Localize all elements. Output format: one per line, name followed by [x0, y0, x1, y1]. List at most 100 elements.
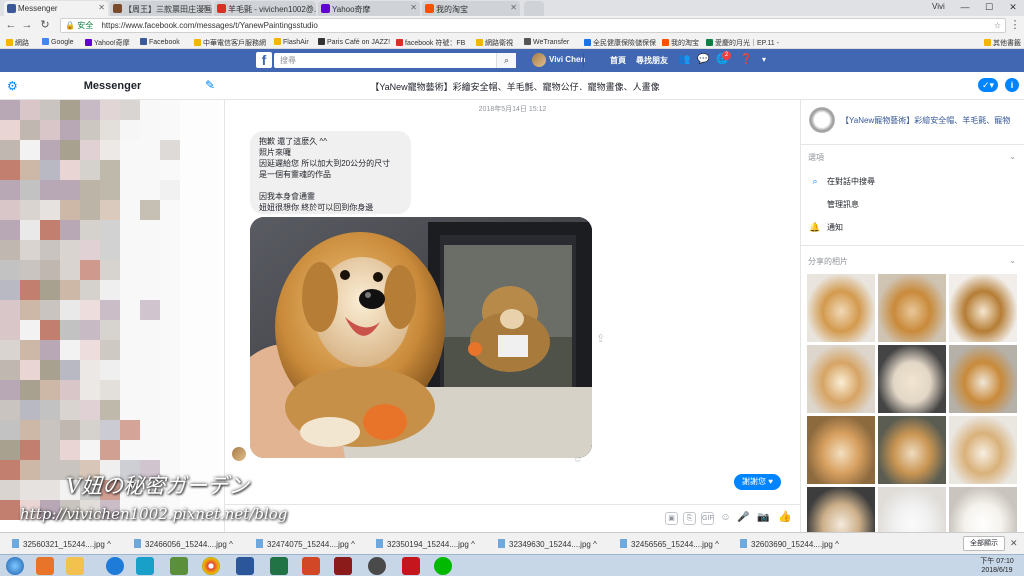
- bookmark-item[interactable]: 網路衛視: [476, 38, 513, 48]
- shared-photo-thumbnail[interactable]: [878, 345, 946, 413]
- conversation-list[interactable]: [0, 100, 225, 532]
- menu-dots-icon[interactable]: ⋮: [1008, 18, 1022, 32]
- tab-comic[interactable]: 【周王】三款票田庄漫画 ✕: [110, 1, 212, 16]
- app-icon[interactable]: [170, 557, 188, 575]
- download-item[interactable]: 32456565_15244....jpg ^: [620, 539, 719, 549]
- download-item[interactable]: 32474075_15244....jpg ^: [256, 539, 355, 549]
- new-tab-button[interactable]: [524, 1, 544, 16]
- tab-messenger[interactable]: Messenger ✕: [4, 1, 108, 16]
- message-composer[interactable]: ▣ ⎘ GIF ☺ 🎤 📷 👍: [225, 504, 800, 532]
- close-icon[interactable]: ✕: [1010, 538, 1018, 549]
- show-all-downloads-button[interactable]: 全部顯示: [963, 536, 1005, 551]
- search-icon[interactable]: ⌕: [496, 53, 516, 68]
- download-item[interactable]: 32349630_15244....jpg ^: [498, 539, 597, 549]
- new-message-compose-icon[interactable]: ✎: [205, 78, 215, 92]
- close-window-button[interactable]: ✕: [1002, 0, 1024, 14]
- download-item[interactable]: 32350194_15244....jpg ^: [376, 539, 475, 549]
- powerpoint-icon[interactable]: [302, 557, 320, 575]
- help-icon[interactable]: ❓: [740, 54, 752, 66]
- close-tab-icon[interactable]: ✕: [306, 3, 313, 12]
- tab-yahoo[interactable]: Yahoo奇摩 ✕: [318, 1, 420, 16]
- sender-avatar[interactable]: [232, 447, 246, 461]
- bookmark-item[interactable]: 我的淘宝: [662, 38, 699, 48]
- shared-photo-thumbnail[interactable]: [878, 416, 946, 484]
- close-tab-icon[interactable]: ✕: [98, 3, 105, 12]
- incoming-message-bubble[interactable]: 抱歉 還了這麼久 ^^ 照片來囉 因延遲給您 所以加大到20公分的尺寸 是一個有…: [250, 131, 411, 214]
- facebook-search-input[interactable]: 搜尋 ⌕: [274, 53, 516, 68]
- close-tab-icon[interactable]: ✕: [202, 3, 209, 12]
- system-clock[interactable]: 下午 07:10 2018/6/19: [972, 557, 1022, 575]
- emoji-icon[interactable]: ☺: [719, 512, 732, 525]
- bookmark-item[interactable]: 愛慶的月光｜EP.11 -: [706, 38, 779, 48]
- home-link[interactable]: 首頁: [610, 55, 626, 66]
- download-item[interactable]: 32603690_15244....jpg ^: [740, 539, 839, 549]
- react-emoji-icon[interactable]: ☺: [573, 454, 582, 464]
- bookmark-item[interactable]: 中華電信客戶服務網: [194, 38, 266, 48]
- shared-photo-thumbnail[interactable]: [807, 416, 875, 484]
- bookmark-item[interactable]: FlashAir: [274, 38, 309, 46]
- attachment-icon[interactable]: ⎘: [683, 512, 696, 525]
- profile-name[interactable]: Vivi: [932, 2, 945, 11]
- search-in-conversation-option[interactable]: ⌕ 在對話中搜尋: [809, 176, 875, 187]
- bookmark-item[interactable]: WeTransfer: [524, 38, 569, 46]
- address-bar[interactable]: 🔒 安全 https://www.facebook.com/messages/t…: [60, 18, 1006, 33]
- sticker-icon[interactable]: ▣: [665, 512, 678, 525]
- shared-photo-thumbnail[interactable]: [949, 416, 1017, 484]
- bookmark-item[interactable]: Paris Café on JAZZ!: [318, 38, 390, 46]
- start-button-icon[interactable]: [6, 557, 24, 575]
- notifications-option[interactable]: 🔔 通知: [809, 222, 843, 233]
- bookmark-star-icon[interactable]: ☆: [994, 19, 1001, 32]
- forward-arrow-icon[interactable]: →: [20, 18, 34, 32]
- liked-check-icon[interactable]: ✓▾: [978, 78, 998, 92]
- messenger-icon[interactable]: 💬: [697, 54, 709, 66]
- maximize-button[interactable]: ☐: [978, 0, 1000, 14]
- close-tab-icon[interactable]: ✕: [510, 3, 517, 12]
- find-friends-link[interactable]: 尋找朋友: [636, 55, 668, 66]
- firefox-icon[interactable]: [36, 557, 54, 575]
- friend-requests-icon[interactable]: 👥: [678, 54, 690, 66]
- shared-photo-thumbnail[interactable]: [949, 487, 1017, 532]
- internet-explorer-icon[interactable]: [106, 557, 124, 575]
- shared-photo-thumbnail[interactable]: [949, 274, 1017, 342]
- reload-icon[interactable]: ↻: [38, 18, 52, 32]
- shared-photo-thumbnail[interactable]: [807, 345, 875, 413]
- download-item[interactable]: 32560321_15244....jpg ^: [12, 539, 111, 549]
- chevron-down-icon[interactable]: ⌄: [1009, 152, 1016, 161]
- shared-photo-thumbnail[interactable]: [807, 274, 875, 342]
- gif-icon[interactable]: GIF: [701, 512, 714, 525]
- info-icon[interactable]: i: [1005, 78, 1019, 92]
- tab-taobao[interactable]: 我的淘宝 ✕: [422, 1, 520, 16]
- microphone-icon[interactable]: 🎤: [737, 512, 750, 525]
- shared-photo-thumbnail[interactable]: [878, 487, 946, 532]
- bookmark-item[interactable]: facebook 符號：FB: [396, 38, 465, 48]
- other-bookmarks[interactable]: 其他書籤: [984, 38, 1021, 48]
- bookmark-item[interactable]: Facebook: [140, 38, 180, 46]
- thumbs-up-icon[interactable]: 👍: [778, 512, 792, 525]
- bookmark-item[interactable]: Google: [42, 38, 74, 46]
- manage-messages-option[interactable]: 管理訊息: [809, 199, 859, 210]
- tab-gmail[interactable]: 羊毛氈 - vivichen1002@... ✕: [214, 1, 316, 16]
- shared-photo-thumbnail[interactable]: [878, 274, 946, 342]
- bookmark-item[interactable]: 網路: [6, 38, 29, 48]
- page-avatar[interactable]: [809, 107, 835, 133]
- user-avatar[interactable]: [532, 53, 546, 67]
- profile-link[interactable]: Vivi Chen: [549, 55, 585, 64]
- share-icon[interactable]: ⇪: [596, 332, 605, 345]
- excel-icon[interactable]: [270, 557, 288, 575]
- outgoing-message-bubble[interactable]: 謝謝您 ♥: [734, 474, 781, 490]
- line-icon[interactable]: [434, 557, 452, 575]
- chevron-down-icon[interactable]: ⌄: [1009, 256, 1016, 265]
- app-icon[interactable]: [368, 557, 386, 575]
- facebook-logo-icon[interactable]: f: [256, 52, 272, 68]
- camera-icon[interactable]: 📷: [757, 512, 770, 525]
- word-icon[interactable]: [236, 557, 254, 575]
- acrobat-icon[interactable]: [402, 557, 420, 575]
- account-menu-icon[interactable]: ▾: [758, 54, 770, 66]
- shared-photo[interactable]: [250, 217, 592, 458]
- download-item[interactable]: 32466056_15244....jpg ^: [134, 539, 233, 549]
- app-icon[interactable]: [334, 557, 352, 575]
- file-explorer-icon[interactable]: [66, 557, 84, 575]
- page-name[interactable]: 【YaNew寵物藝術】彩繪安全帽、羊毛氈、寵物: [841, 115, 1021, 126]
- back-arrow-icon[interactable]: ←: [4, 18, 18, 32]
- minimize-button[interactable]: —: [954, 0, 976, 14]
